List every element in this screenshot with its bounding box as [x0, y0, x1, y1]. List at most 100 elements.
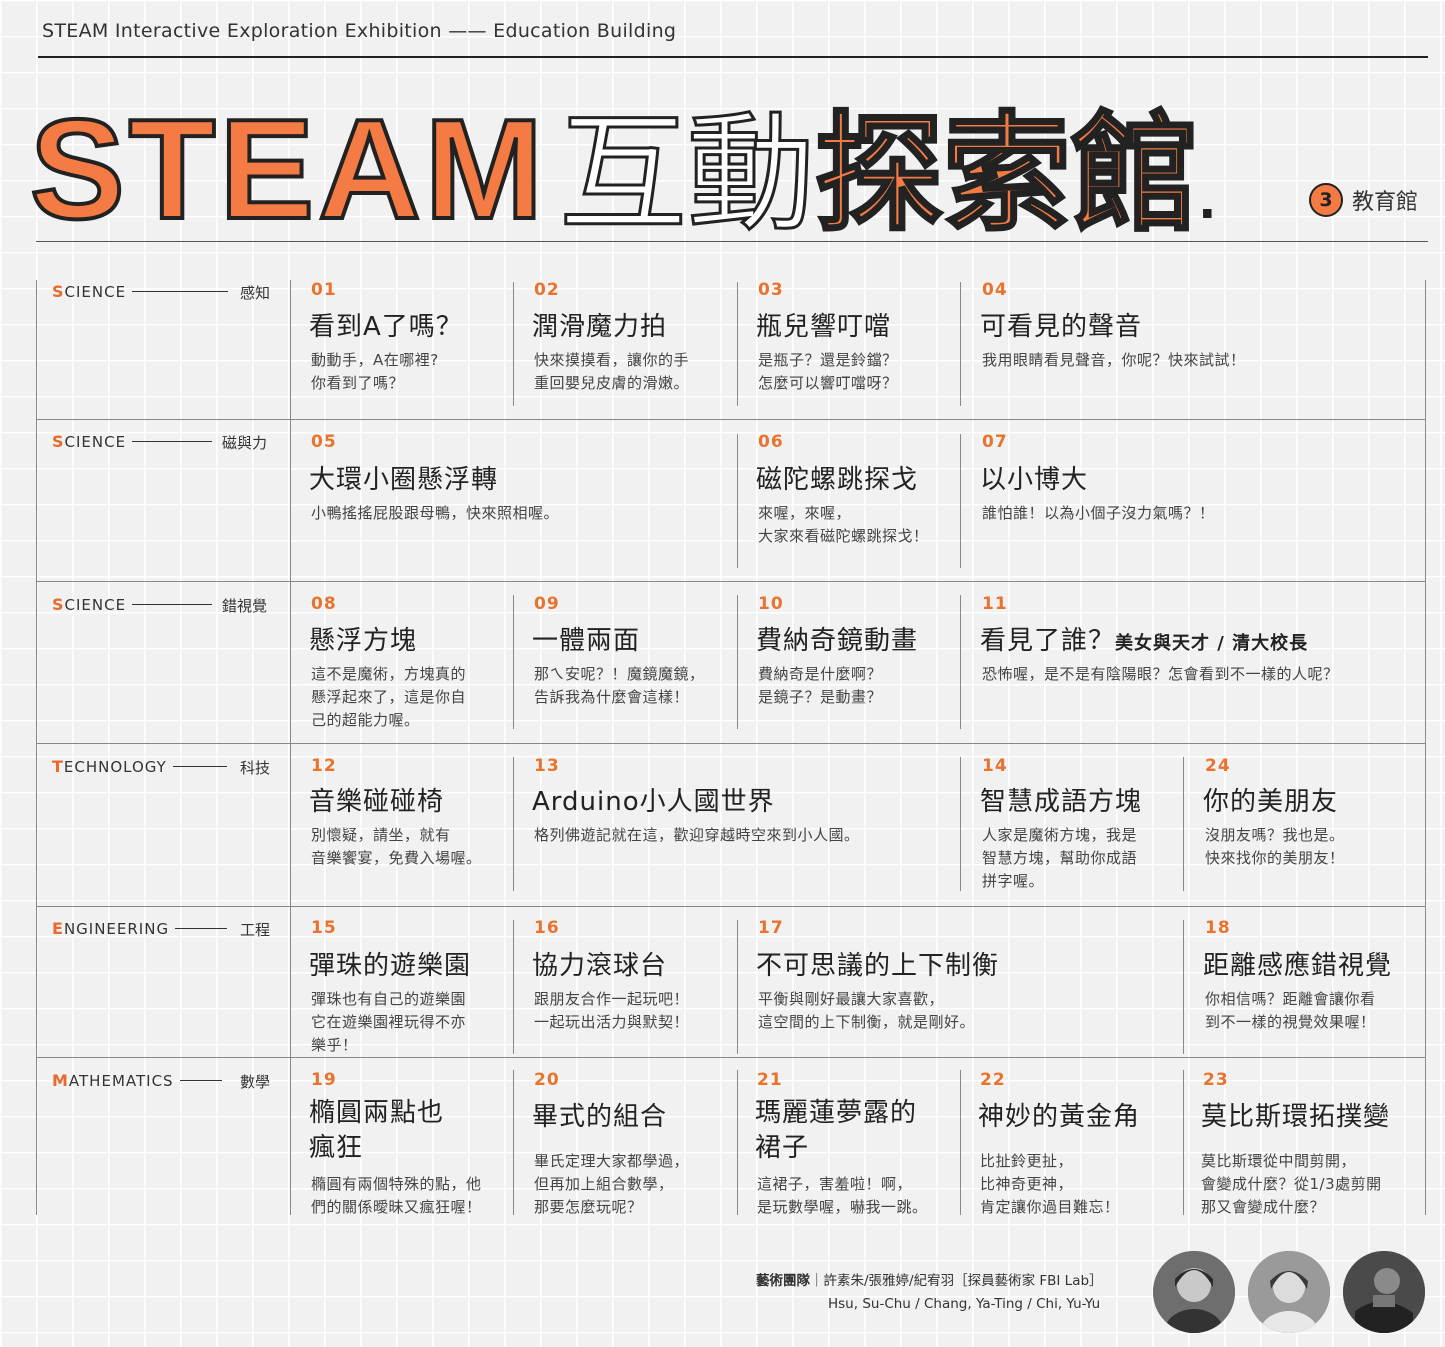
category-rest: ATHEMATICS [68, 1071, 174, 1090]
category-label-mathematics: M ATHEMATICS [52, 1071, 228, 1090]
exhibit-title: 畢式的組合 [532, 1102, 668, 1132]
exhibit-description: 那ㄟ安呢？！魔鏡魔鏡， 告訴我為什麼會這樣！ [534, 665, 705, 706]
row-divider [36, 743, 1426, 744]
category-zh: 磁與力 [222, 434, 268, 452]
category-label-science: S CIENCE [52, 595, 218, 614]
exhibit-description: 來喔，來喔， 大家來看磁陀螺跳探戈！ [758, 504, 929, 545]
category-rest: CIENCE [64, 595, 127, 614]
exhibit-number: 06 [758, 432, 784, 452]
exhibit-description: 是瓶子？還是鈴鐺？ 怎麼可以響叮噹呀？ [758, 351, 898, 392]
exhibit-description: 費納奇是什麼啊？ 是鏡子？是動畫？ [758, 665, 883, 706]
cell-divider [737, 920, 738, 1054]
credits-names-zh: ｜許素朱/張雅婷/紀宥羽［探員藝術家 FBI Lab］ [810, 1273, 1103, 1289]
exhibit-title: 不可思議的上下制衡 [756, 951, 1000, 981]
cell-divider [1183, 920, 1184, 1054]
exhibit-number: 05 [311, 432, 337, 452]
exhibit-title: 橢圓兩點也 瘋狂 [309, 1098, 445, 1163]
avatar [1248, 1251, 1330, 1333]
credits-label: 藝術團隊 [756, 1273, 810, 1289]
exhibit-title: 你的美朋友 [1203, 787, 1339, 817]
exhibit-number: 16 [534, 918, 560, 938]
exhibit-number: 22 [980, 1070, 1006, 1090]
title-hudong: 互動 [557, 99, 816, 251]
exhibit-description: 快來摸摸看，讓你的手 重回嬰兒皮膚的滑嫩。 [534, 351, 690, 392]
title-dot: . [1199, 164, 1216, 231]
exhibit-number: 07 [982, 432, 1008, 452]
exhibit-description: 你相信嗎？距離會讓你看 到不一樣的視覺效果喔！ [1205, 990, 1376, 1031]
exhibit-number: 01 [311, 280, 337, 300]
category-label-science: S CIENCE [52, 282, 234, 301]
row-divider [36, 419, 1426, 420]
exhibit-title-note: 美女與天才 / 清大校長 [1115, 633, 1309, 654]
exhibit-title: 瑪麗蓮夢露的 裙子 [755, 1098, 918, 1163]
exhibit-number: 15 [311, 918, 337, 938]
cell-divider [960, 757, 961, 891]
avatar [1343, 1251, 1425, 1333]
exhibit-title: 大環小圈懸浮轉 [309, 465, 499, 495]
exhibit-description: 恐怖喔，是不是有陰陽眼？怎會看到不一樣的人呢？ [982, 665, 1339, 683]
cell-divider [513, 595, 514, 729]
category-dash [132, 291, 229, 292]
exhibit-description: 彈珠也有自己的遊樂園 它在遊樂園裡玩得不亦 樂乎！ [311, 990, 467, 1054]
category-zh: 感知 [240, 284, 271, 302]
cell-divider [960, 434, 961, 568]
exhibit-title: 協力滾球台 [532, 951, 668, 981]
exhibit-number: 21 [757, 1070, 783, 1090]
exhibit-number: 08 [311, 594, 337, 614]
credits-names-en: Hsu, Su-Chu / Chang, Ya-Ting / Chi, Yu-Y… [828, 1296, 1101, 1312]
cell-divider [960, 1070, 961, 1215]
category-zh: 科技 [240, 759, 271, 777]
exhibit-title: 費納奇鏡動畫 [756, 626, 919, 656]
row-divider [36, 1057, 1426, 1058]
exhibit-description: 格列佛遊記就在這，歡迎穿越時空來到小人國。 [534, 826, 860, 844]
exhibit-number: 23 [1203, 1070, 1229, 1090]
exhibit-title: 音樂碰碰椅 [309, 787, 445, 817]
category-dash [132, 441, 213, 442]
exhibit-number: 24 [1205, 756, 1231, 776]
exhibit-title: 磁陀螺跳探戈 [756, 465, 919, 495]
category-label-engineering: E NGINEERING [52, 919, 233, 938]
row-divider [36, 581, 1426, 582]
exhibit-description: 橢圓有兩個特殊的點，他 們的關係曖昧又瘋狂喔！ [311, 1175, 482, 1216]
exhibit-number: 03 [758, 280, 784, 300]
exhibit-description: 莫比斯環從中間剪開， 會變成什麼？從1/3處剪開 那又會變成什麼？ [1201, 1152, 1382, 1216]
exhibit-description: 平衡與剛好最讓大家喜歡， 這空間的上下制衡，就是剛好。 [758, 990, 976, 1031]
exhibit-number: 02 [534, 280, 560, 300]
exhibit-title: 可看見的聲音 [980, 312, 1143, 342]
exhibit-number: 18 [1205, 918, 1231, 938]
category-dash [175, 928, 228, 929]
exhibit-number: 12 [311, 756, 337, 776]
cell-divider [513, 920, 514, 1054]
cell-divider [737, 434, 738, 568]
category-divider [290, 280, 291, 1215]
exhibit-description: 誰怕誰！以為小個子沒力氣嗎？！ [982, 504, 1215, 522]
title-tansuo: 探索館 [814, 99, 1201, 251]
row-divider [36, 906, 1426, 907]
category-initial: T [52, 757, 64, 776]
cell-divider [960, 595, 961, 729]
exhibit-number: 04 [982, 280, 1008, 300]
exhibit-title: 看到A了嗎？ [309, 312, 463, 342]
exhibit-number: 20 [534, 1070, 560, 1090]
title-steam: STEAM [28, 88, 547, 251]
exhibit-description: 這裙子，害羞啦！啊， 是玩數學喔，嚇我一跳。 [757, 1175, 928, 1216]
exhibit-number: 13 [534, 756, 560, 776]
exhibit-description: 這不是魔術，方塊真的 懸浮起來了，這是你自 己的超能力喔。 [311, 665, 467, 729]
grid-right-border [1425, 280, 1426, 1215]
cell-divider [513, 1070, 514, 1215]
cell-divider [737, 282, 738, 406]
title-rule [36, 241, 1428, 242]
category-zh: 工程 [240, 921, 271, 939]
exhibit-title: 瓶兒響叮噹 [756, 312, 892, 342]
category-zh: 數學 [240, 1073, 271, 1091]
exhibit-number: 19 [311, 1070, 337, 1090]
exhibit-title: 莫比斯環拓撲變 [1201, 1102, 1391, 1132]
category-initial: S [52, 432, 65, 451]
cell-divider [960, 282, 961, 406]
cell-divider [1183, 1070, 1184, 1215]
exhibit-number: 09 [534, 594, 560, 614]
category-rest: CIENCE [64, 282, 127, 301]
cell-divider [1183, 757, 1184, 891]
exhibit-description: 比扯鈴更扯， 比神奇更神， 肯定讓你過目難忘！ [980, 1152, 1120, 1216]
category-rest: NGINEERING [63, 919, 170, 938]
